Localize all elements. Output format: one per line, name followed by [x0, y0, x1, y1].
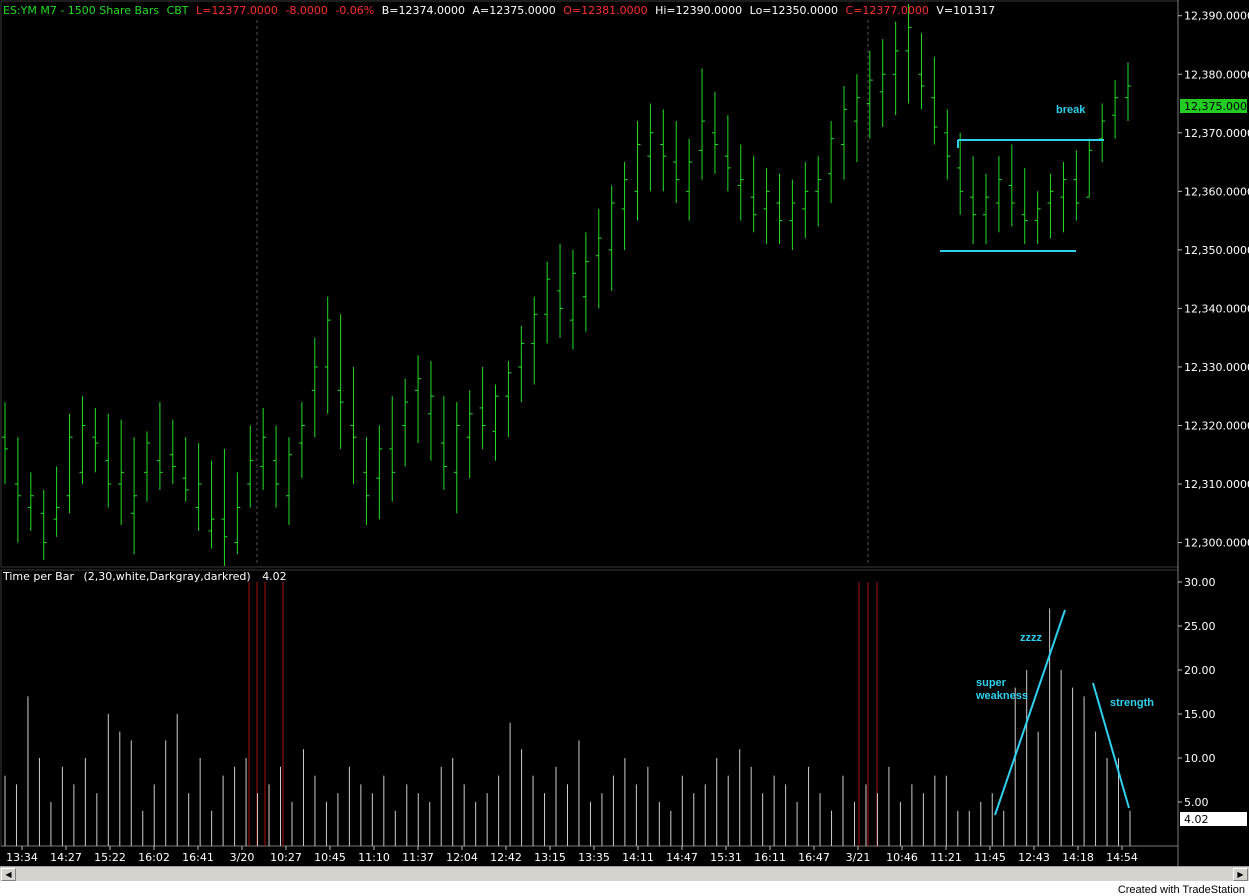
annotation-weakness: weakness: [975, 690, 1028, 702]
header-last: L=12377.0000: [196, 4, 278, 17]
time-tick-label: 14:47: [666, 851, 698, 864]
header-ask: A=12375.0000: [473, 4, 556, 17]
time-tick-label: 3/20: [230, 851, 255, 864]
time-tick-label: 12:43: [1018, 851, 1050, 864]
annotation-super: super: [976, 677, 1007, 689]
time-tick-label: 12:04: [446, 851, 478, 864]
time-tick-label: 13:35: [578, 851, 610, 864]
time-tick-label: 11:10: [358, 851, 390, 864]
time-tick-label: 14:27: [50, 851, 82, 864]
header-volume: V=101317: [936, 4, 995, 17]
last-indicator-tag: 4.02: [1184, 813, 1209, 826]
time-tick-label: 15:22: [94, 851, 126, 864]
time-tick-label: 11:21: [930, 851, 962, 864]
time-tick-label: 15:31: [710, 851, 742, 864]
annotation-strength: strength: [1110, 697, 1154, 709]
last-price-tag: 12,375.0000: [1184, 100, 1249, 113]
indicator-tick-label: 30.00: [1184, 576, 1216, 589]
indicator-tick-label: 25.00: [1184, 620, 1216, 633]
time-tick-label: 12:42: [490, 851, 522, 864]
scroll-left-icon[interactable]: ◀: [1, 868, 16, 881]
footer-strip: Created with TradeStation: [0, 881, 1249, 896]
time-tick-label: 16:41: [182, 851, 214, 864]
price-tick-label: 12,300.0000: [1184, 537, 1249, 550]
annotation-zzzz: zzzz: [1020, 632, 1043, 644]
footer-credit: Created with TradeStation: [1117, 884, 1245, 896]
tradestation-chart: 12,390.0000 12,380.0000 12,370.0000 12,360.…: [0, 0, 1249, 866]
indicator-header: Time per Bar (2,30,white,Darkgray,darkre…: [2, 570, 287, 583]
header-open: O=12381.0000: [563, 4, 647, 17]
price-tick-label: 12,390.0000: [1184, 10, 1249, 23]
indicator-params: (2,30,white,Darkgray,darkred): [84, 570, 251, 583]
indicator-label: Time per Bar: [2, 570, 74, 583]
header-exchange: CBT: [167, 4, 189, 17]
price-tick-label: 12,320.0000: [1184, 420, 1249, 433]
indicator-value: 4.02: [262, 570, 287, 583]
time-tick-label: 10:46: [886, 851, 918, 864]
price-tick-label: 12,310.0000: [1184, 478, 1249, 491]
time-tick-label: 13:34: [6, 851, 38, 864]
header-bid: B=12374.0000: [382, 4, 465, 17]
indicator-tick-label: 5.00: [1184, 796, 1209, 809]
scroll-right-icon[interactable]: ▶: [1233, 868, 1248, 881]
indicator-tick-label: 15.00: [1184, 708, 1216, 721]
time-tick-label: 16:11: [754, 851, 786, 864]
header-close: C=12377.0000: [846, 4, 929, 17]
time-tick-label: 16:02: [138, 851, 170, 864]
chart-header: ES:YM M7 - 1500 Share Bars CBT L=12377.0…: [3, 4, 995, 17]
price-tick-label: 12,350.0000: [1184, 244, 1249, 257]
price-tick-label: 12,380.0000: [1184, 68, 1249, 81]
header-symbol: ES:YM M7 - 1500 Share Bars: [3, 4, 159, 17]
header-change: -8.0000: [285, 4, 327, 17]
time-tick-label: 14:11: [622, 851, 654, 864]
header-high: Hi=12390.0000: [655, 4, 742, 17]
annotation-break: break: [1056, 104, 1086, 116]
header-low: Lo=12350.0000: [750, 4, 838, 17]
time-tick-label: 16:47: [798, 851, 830, 864]
time-tick-label: 13:15: [534, 851, 566, 864]
price-tick-label: 12,360.0000: [1184, 185, 1249, 198]
price-tick-label: 12,340.0000: [1184, 302, 1249, 315]
time-tick-label: 14:18: [1062, 851, 1094, 864]
time-tick-label: 10:27: [270, 851, 302, 864]
header-change-pct: -0.06%: [335, 4, 374, 17]
time-tick-label: 3/21: [846, 851, 871, 864]
time-tick-label: 14:54: [1106, 851, 1138, 864]
price-tick-label: 12,370.0000: [1184, 127, 1249, 140]
indicator-tick-label: 20.00: [1184, 664, 1216, 677]
price-tick-label: 12,330.0000: [1184, 361, 1249, 374]
indicator-tick-label: 10.00: [1184, 752, 1216, 765]
time-tick-label: 11:37: [402, 851, 434, 864]
time-tick-label: 10:45: [314, 851, 346, 864]
horizontal-scrollbar[interactable]: ◀ ▶: [0, 866, 1249, 882]
time-tick-label: 11:45: [974, 851, 1006, 864]
